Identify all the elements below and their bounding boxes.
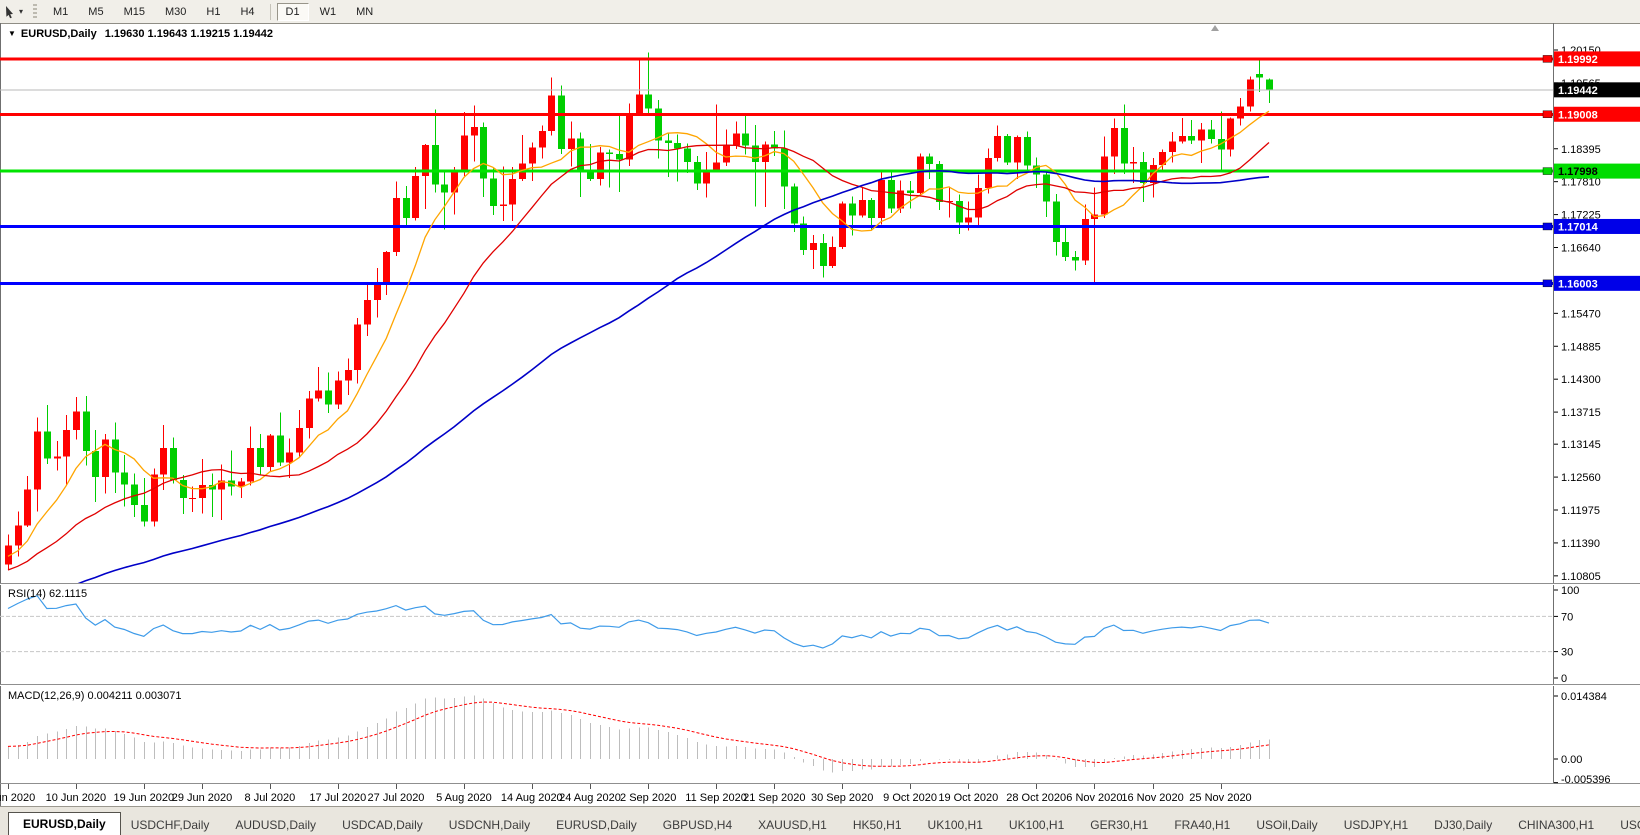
symbol-tab-uk100-h1[interactable]: UK100,H1 [999, 815, 1074, 835]
symbol-tab-uk100-h1[interactable]: UK100,H1 [918, 815, 993, 835]
symbol-tab-bar: EURUSD,DailyUSDCHF,DailyAUDUSD,DailyUSDC… [0, 806, 1640, 835]
chart-symbol-period: EURUSD,Daily [21, 28, 97, 40]
svg-text:8 Jul 2020: 8 Jul 2020 [245, 792, 296, 804]
svg-text:100: 100 [1561, 585, 1579, 597]
svg-text:0: 0 [1561, 673, 1567, 685]
svg-text:2 Sep 2020: 2 Sep 2020 [620, 792, 676, 804]
svg-text:30 Sep 2020: 30 Sep 2020 [811, 792, 873, 804]
svg-text:28 Oct 2020: 28 Oct 2020 [1006, 792, 1066, 804]
svg-text:29 Jun 2020: 29 Jun 2020 [172, 792, 233, 804]
svg-text:10 Jun 2020: 10 Jun 2020 [46, 792, 107, 804]
svg-text:19 Jun 2020: 19 Jun 2020 [114, 792, 175, 804]
svg-text:1.13715: 1.13715 [1561, 407, 1601, 419]
svg-text:0.00: 0.00 [1561, 754, 1582, 766]
rsi-label: RSI(14) 62.1115 [8, 588, 87, 600]
svg-text:30: 30 [1561, 647, 1573, 659]
symbol-tab-eurusd-daily[interactable]: EURUSD,Daily [546, 815, 647, 835]
symbol-tab-usoil-h1[interactable]: USOil,H1 [1610, 815, 1640, 835]
chart-ohlc-values: 1.19630 1.19643 1.19215 1.19442 [105, 28, 273, 40]
svg-text:21 Sep 2020: 21 Sep 2020 [743, 792, 805, 804]
svg-text:1.11975: 1.11975 [1561, 505, 1600, 517]
symbol-tab-gbpusd-h4[interactable]: GBPUSD,H4 [653, 815, 742, 835]
symbol-tab-usdcad-daily[interactable]: USDCAD,Daily [332, 815, 433, 835]
svg-text:25 Nov 2020: 25 Nov 2020 [1189, 792, 1251, 804]
svg-text:19 Oct 2020: 19 Oct 2020 [938, 792, 998, 804]
svg-text:1.17998: 1.17998 [1558, 166, 1598, 178]
window-menu-icon[interactable]: ▼ [8, 29, 16, 38]
svg-text:24 Aug 2020: 24 Aug 2020 [559, 792, 621, 804]
svg-text:1.14885: 1.14885 [1561, 341, 1601, 353]
svg-text:1.13145: 1.13145 [1561, 439, 1601, 451]
svg-text:MACD(12,26,9) 0.004211 0.00307: MACD(12,26,9) 0.004211 0.003071 [8, 690, 181, 702]
symbol-tab-usoil-daily[interactable]: USOil,Daily [1246, 815, 1327, 835]
symbol-tab-ger30-h1[interactable]: GER30,H1 [1080, 815, 1158, 835]
svg-text:1.10805: 1.10805 [1561, 571, 1601, 583]
svg-text:1.19442: 1.19442 [1558, 85, 1598, 97]
svg-text:9 Oct 2020: 9 Oct 2020 [883, 792, 937, 804]
svg-text:RSI(14) 62.1115: RSI(14) 62.1115 [8, 588, 87, 600]
symbol-tab-usdchf-daily[interactable]: USDCHF,Daily [121, 815, 220, 835]
svg-text:1.16640: 1.16640 [1561, 243, 1601, 255]
symbol-tab-china300-h1[interactable]: CHINA300,H1 [1508, 815, 1604, 835]
symbol-tab-usdcnh-daily[interactable]: USDCNH,Daily [439, 815, 540, 835]
svg-text:6 Nov 2020: 6 Nov 2020 [1066, 792, 1122, 804]
svg-text:14 Aug 2020: 14 Aug 2020 [501, 792, 563, 804]
svg-text:1.15470: 1.15470 [1561, 308, 1601, 320]
svg-text:1 Jun 2020: 1 Jun 2020 [0, 792, 35, 804]
svg-text:1.12560: 1.12560 [1561, 472, 1601, 484]
svg-text:1.11390: 1.11390 [1561, 538, 1600, 550]
symbol-tab-fra40-h1[interactable]: FRA40,H1 [1164, 815, 1240, 835]
macd-label: MACD(12,26,9) 0.004211 0.003071 [8, 690, 181, 702]
symbol-tab-dj30-daily[interactable]: DJ30,Daily [1424, 815, 1502, 835]
svg-text:1.17014: 1.17014 [1558, 221, 1599, 233]
svg-text:1.19992: 1.19992 [1558, 54, 1598, 66]
svg-text:1.14300: 1.14300 [1561, 374, 1601, 386]
svg-text:1.16003: 1.16003 [1558, 278, 1598, 290]
svg-text:27 Jul 2020: 27 Jul 2020 [368, 792, 425, 804]
svg-text:1.18395: 1.18395 [1561, 144, 1601, 156]
svg-text:1.19008: 1.19008 [1558, 109, 1598, 121]
chart-canvas[interactable]: 1.201501.195651.189801.183951.178101.172… [0, 0, 1640, 806]
svg-text:-0.005396: -0.005396 [1561, 774, 1611, 786]
svg-text:0.014384: 0.014384 [1561, 691, 1607, 703]
chart-title: ▼ EURUSD,Daily 1.19630 1.19643 1.19215 1.1… [8, 28, 273, 40]
symbol-tab-audusd-daily[interactable]: AUDUSD,Daily [225, 815, 326, 835]
svg-text:5 Aug 2020: 5 Aug 2020 [436, 792, 492, 804]
symbol-tab-usdjpy-h1[interactable]: USDJPY,H1 [1334, 815, 1418, 835]
svg-text:70: 70 [1561, 611, 1573, 623]
panel-frame [0, 23, 1640, 806]
symbol-tab-eurusd-daily[interactable]: EURUSD,Daily [8, 812, 121, 835]
svg-text:17 Jul 2020: 17 Jul 2020 [309, 792, 366, 804]
svg-text:11 Sep 2020: 11 Sep 2020 [685, 792, 747, 804]
svg-text:16 Nov 2020: 16 Nov 2020 [1121, 792, 1183, 804]
symbol-tab-hk50-h1[interactable]: HK50,H1 [843, 815, 912, 835]
symbol-tab-xauusd-h1[interactable]: XAUUSD,H1 [748, 815, 837, 835]
